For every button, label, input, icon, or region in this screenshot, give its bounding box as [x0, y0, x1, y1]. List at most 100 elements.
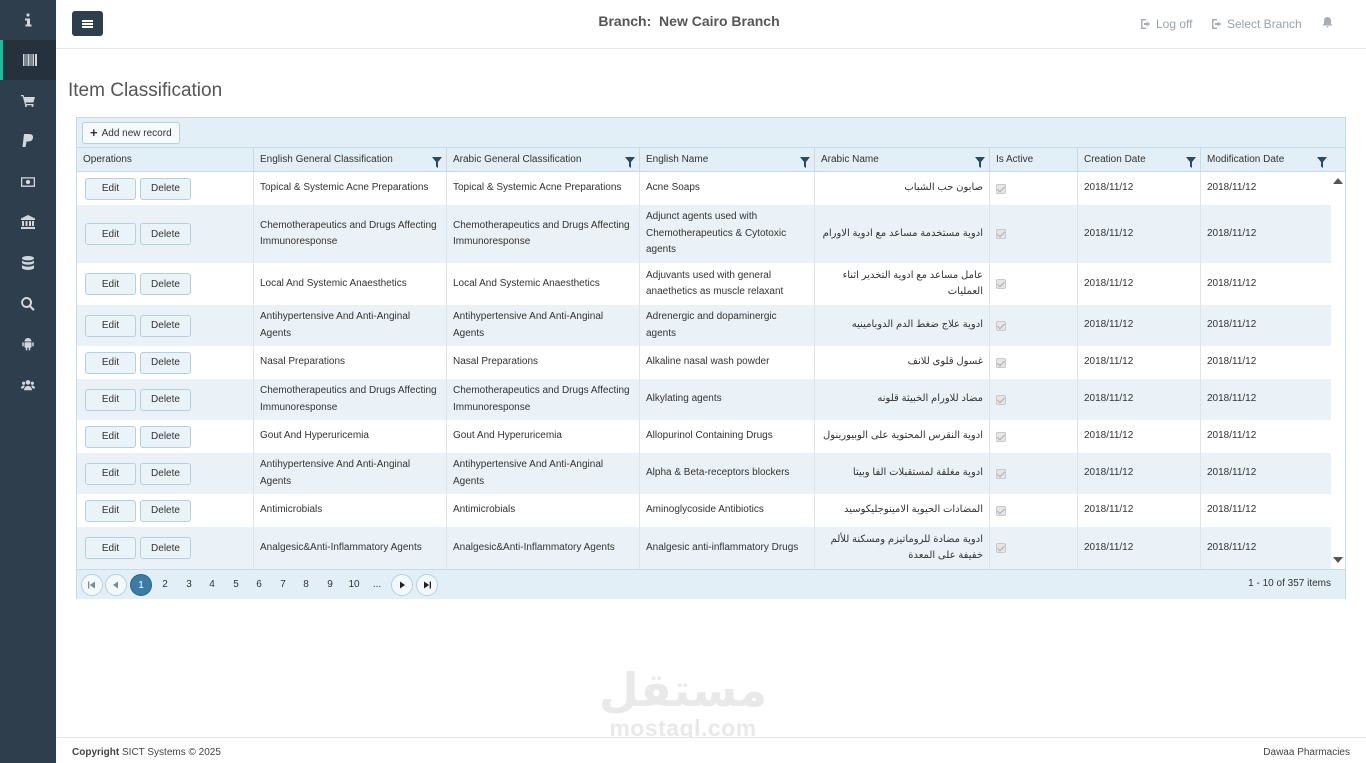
cell-english-name: Alkaline nasal wash powder [639, 346, 814, 379]
table-row[interactable]: Edit Delete Nasal Preparations Nasal Prepar… [77, 346, 1331, 379]
cell-date: 2018/11/12 [1207, 356, 1257, 368]
first-page-button[interactable] [81, 574, 103, 596]
cell-text: Chemotherapeutics and Drugs Affecting Im… [260, 385, 437, 413]
table-row[interactable]: Edit Delete Analgesic&Anti-Inflammatory Ag… [77, 527, 1331, 569]
copyright: Copyright SICT Systems © 2025 [72, 747, 221, 758]
table-row[interactable]: Edit Delete Antimicrobials Antimicrobials Am… [77, 494, 1331, 527]
add-new-record-button[interactable]: + Add new record [82, 122, 180, 144]
edit-button[interactable]: Edit [85, 537, 136, 559]
edit-button[interactable]: Edit [85, 388, 136, 411]
database-icon[interactable] [0, 243, 56, 283]
filter-icon[interactable] [975, 154, 985, 168]
table-row[interactable]: Edit Delete Chemotherapeutics and Drugs Af… [77, 205, 1331, 263]
cell-is-active [989, 172, 1077, 205]
filter-icon[interactable] [1186, 154, 1196, 168]
cell-modification-date: 2018/11/12 [1200, 172, 1331, 205]
cell-text: Adjuvants used with general anaethetics … [646, 269, 784, 298]
delete-button[interactable]: Delete [140, 351, 191, 374]
next-page-button[interactable] [391, 574, 413, 596]
android-icon[interactable] [0, 324, 56, 364]
cell-text: Chemotherapeutics and Drugs Affecting Im… [453, 219, 630, 248]
edit-button[interactable]: Edit [85, 273, 136, 295]
edit-button[interactable]: Edit [85, 223, 136, 245]
page-number[interactable]: 6 [248, 574, 270, 596]
previous-page-button[interactable] [105, 574, 127, 596]
column-header-arabic-general[interactable]: Arabic General Classification [446, 148, 639, 172]
cell-english-name: Adrenergic and dopaminergic agents [639, 305, 814, 346]
column-header-english-general[interactable]: English General Classification [253, 148, 446, 172]
cell-is-active [989, 346, 1077, 379]
is-active-checkbox [996, 505, 1006, 516]
page-number[interactable]: 2 [154, 574, 176, 596]
edit-button[interactable]: Edit [85, 499, 136, 522]
cell-arabic-general: Analgesic&Anti-Inflammatory Agents [446, 527, 639, 569]
bank-icon[interactable] [0, 202, 56, 242]
column-header-modification-date[interactable]: Modification Date [1200, 148, 1331, 172]
grid-scrollbar[interactable] [1331, 172, 1345, 569]
delete-button[interactable]: Delete [140, 462, 191, 485]
column-header-english-name[interactable]: English Name [639, 148, 814, 172]
cell-operations: Edit Delete [77, 263, 253, 305]
last-page-button[interactable] [416, 574, 438, 596]
cell-modification-date: 2018/11/12 [1200, 453, 1331, 494]
page-number[interactable]: 10 [343, 574, 365, 596]
cell-operations: Edit Delete [77, 305, 253, 346]
select-branch-link[interactable]: Select Branch [1212, 17, 1302, 31]
filter-icon[interactable] [800, 154, 810, 168]
table-row[interactable]: Edit Delete Antihypertensive And Anti-Angi… [77, 305, 1331, 346]
cell-date: 2018/11/12 [1084, 356, 1134, 368]
column-header-creation-date[interactable]: Creation Date [1077, 148, 1200, 172]
cell-text: ادوية النقرس المحتوية على الوبيورينول [823, 430, 983, 442]
delete-button[interactable]: Delete [140, 314, 191, 337]
table-row[interactable]: Edit Delete Chemotherapeutics and Drugs Af… [77, 379, 1331, 420]
previous-page-icon [113, 581, 118, 589]
filter-icon[interactable] [1317, 154, 1327, 168]
column-header-operations[interactable]: Operations [77, 148, 253, 172]
page-number[interactable]: 4 [201, 574, 223, 596]
delete-button[interactable]: Delete [140, 425, 191, 448]
scroll-down-arrow-icon[interactable] [1333, 557, 1343, 563]
notifications-button[interactable] [1322, 17, 1333, 28]
column-header-is-active[interactable]: Is Active [989, 148, 1077, 172]
page-number[interactable]: 1 [130, 574, 152, 596]
edit-button[interactable]: Edit [85, 351, 136, 374]
cell-date: 2018/11/12 [1084, 277, 1134, 289]
scroll-up-arrow-icon[interactable] [1333, 178, 1343, 184]
cell-english-general: Topical & Systemic Acne Preparations [253, 172, 446, 205]
table-row[interactable]: Edit Delete Topical & Systemic Acne Prepar… [77, 172, 1331, 205]
table-row[interactable]: Edit Delete Local And Systemic Anaesthetic… [77, 263, 1331, 305]
users-icon[interactable] [0, 365, 56, 405]
page-ellipsis[interactable]: ... [366, 574, 388, 596]
paypal-icon[interactable] [0, 121, 56, 161]
page-number[interactable]: 7 [272, 574, 294, 596]
column-header-arabic-name[interactable]: Arabic Name [814, 148, 989, 172]
cell-english-general: Antihypertensive And Anti-Anginal Agents [253, 305, 446, 346]
cell-text: عامل مساعد مع ادوية التخدير اثناء العملي… [842, 269, 983, 298]
table-row[interactable]: Edit Delete Gout And Hyperuricemia Gout And… [77, 420, 1331, 453]
page-number[interactable]: 9 [319, 574, 341, 596]
delete-button[interactable]: Delete [140, 273, 191, 295]
barcode-icon[interactable] [0, 40, 56, 80]
grid-toolbar: + Add new record [77, 118, 1345, 148]
delete-button[interactable]: Delete [140, 388, 191, 411]
edit-button[interactable]: Edit [85, 425, 136, 448]
delete-button[interactable]: Delete [140, 177, 191, 200]
edit-button[interactable]: Edit [85, 314, 136, 337]
search-icon[interactable] [0, 284, 56, 324]
cell-text: Local And Systemic Anaesthetics [260, 277, 407, 289]
edit-button[interactable]: Edit [85, 462, 136, 485]
page-number[interactable]: 8 [295, 574, 317, 596]
cell-text: Analgesic&Anti-Inflammatory Agents [453, 541, 615, 553]
delete-button[interactable]: Delete [140, 537, 191, 559]
filter-icon[interactable] [625, 154, 635, 168]
delete-button[interactable]: Delete [140, 223, 191, 245]
filter-icon[interactable] [432, 154, 442, 168]
edit-button[interactable]: Edit [85, 177, 136, 200]
money-icon[interactable] [0, 162, 56, 202]
cart-icon[interactable] [0, 81, 56, 121]
table-row[interactable]: Edit Delete Antihypertensive And Anti-Angi… [77, 453, 1331, 494]
log-off-link[interactable]: Log off [1141, 17, 1192, 31]
page-number[interactable]: 3 [178, 574, 200, 596]
page-number[interactable]: 5 [225, 574, 247, 596]
delete-button[interactable]: Delete [140, 499, 191, 522]
